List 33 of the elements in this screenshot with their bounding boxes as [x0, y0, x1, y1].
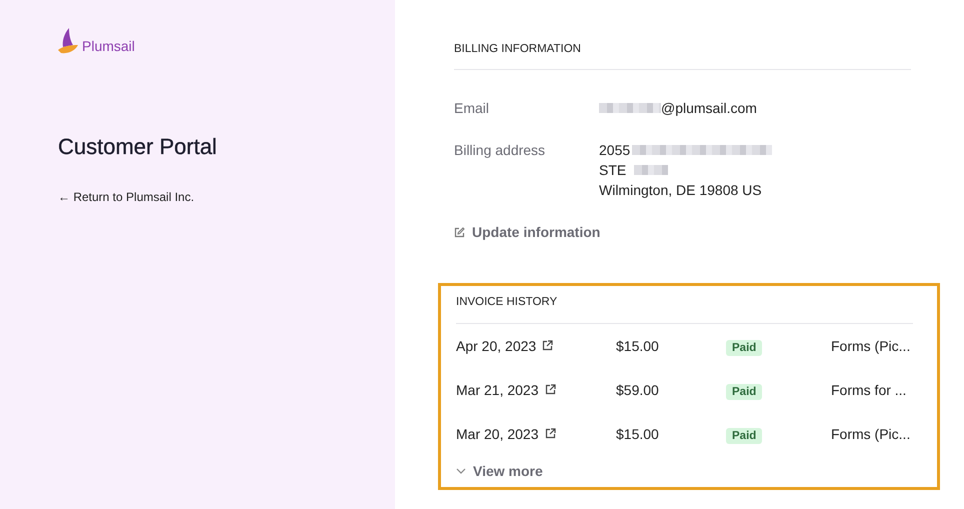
- brand-name: Plumsail: [82, 38, 135, 54]
- view-more-link[interactable]: View more: [456, 462, 543, 478]
- invoice-date-link[interactable]: Mar 21, 2023: [456, 382, 616, 398]
- status-badge: Paid: [726, 340, 762, 356]
- redacted-text: [634, 165, 668, 175]
- invoice-description: Forms (Pic...: [831, 426, 910, 442]
- status-badge: Paid: [726, 384, 762, 400]
- external-link-icon: [542, 340, 554, 351]
- field-value: @plumsail.com: [661, 99, 757, 118]
- invoice-description: Forms (Pic...: [831, 338, 910, 354]
- field-label: Email: [454, 99, 490, 118]
- field-value: STE: [599, 161, 626, 180]
- update-link[interactable]: Update information: [454, 224, 600, 240]
- edit-icon: [454, 226, 465, 238]
- field-value: 2055: [599, 141, 630, 160]
- status-badge: Paid: [726, 428, 762, 444]
- section-title: INVOICE HISTORY: [456, 296, 913, 324]
- invoice-date-link[interactable]: Mar 20, 2023: [456, 426, 616, 442]
- invoice-amount: $15.00: [616, 338, 660, 354]
- invoice-amount: $15.00: [616, 426, 660, 442]
- redacted-text: [599, 103, 661, 113]
- external-link-icon: [544, 384, 556, 395]
- sail-logo-icon: [58, 28, 78, 54]
- back-link[interactable]: ← Return to Plumsail Inc.: [58, 190, 194, 204]
- invoice-description: Forms for ...: [831, 382, 906, 398]
- page-title: Customer Portal: [58, 134, 217, 160]
- invoice-date-link[interactable]: Apr 20, 2023: [456, 338, 616, 354]
- invoice-amount: $59.00: [616, 382, 660, 398]
- section-title: BILLING INFORMATION: [454, 43, 911, 70]
- chevron-down-icon: [456, 468, 466, 474]
- field-label: Billing address: [454, 141, 546, 160]
- external-link-icon: [544, 428, 556, 439]
- field-value: Wilmington, DE 19808 US: [599, 181, 762, 200]
